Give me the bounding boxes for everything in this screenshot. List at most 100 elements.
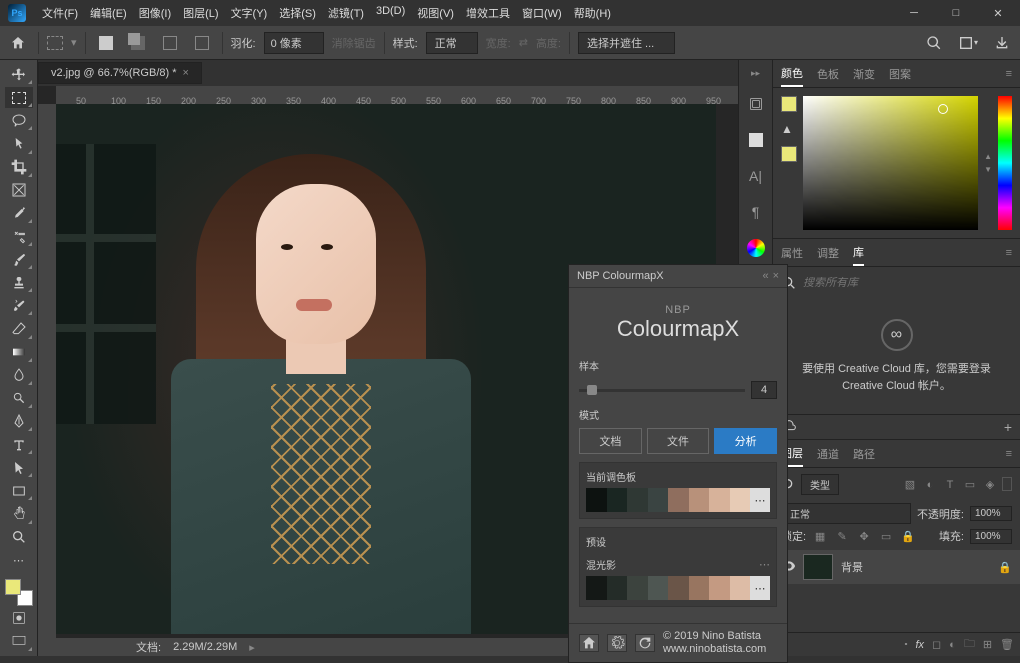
stamp-tool[interactable]: [5, 272, 33, 293]
doc-button[interactable]: 文档: [579, 428, 642, 454]
sample-slider[interactable]: [579, 389, 745, 392]
foreground-color-swatch[interactable]: [5, 579, 21, 595]
filter-smart-icon[interactable]: ◈: [982, 477, 998, 493]
panel-tab[interactable]: 渐变: [853, 62, 875, 86]
paragraph-panel-icon[interactable]: ¶: [745, 201, 767, 223]
plugin-settings-icon[interactable]: [607, 634, 627, 652]
subtract-selection-icon[interactable]: [158, 31, 182, 55]
panel-tab[interactable]: 色板: [817, 62, 839, 86]
hue-slider[interactable]: [998, 96, 1012, 230]
filter-pixel-icon[interactable]: ▧: [902, 477, 918, 493]
menu-item[interactable]: 3D(D): [370, 1, 411, 25]
marquee-tool[interactable]: [5, 87, 33, 108]
filter-type-icon[interactable]: T: [942, 477, 958, 493]
menu-item[interactable]: 视图(V): [411, 1, 460, 25]
panel-tab[interactable]: 调整: [817, 241, 839, 265]
panel-tab[interactable]: 通道: [817, 442, 839, 466]
healing-tool[interactable]: [5, 226, 33, 247]
menu-item[interactable]: 图层(L): [177, 1, 224, 25]
color-field[interactable]: [803, 96, 978, 230]
adjustment-layer-icon[interactable]: ◐: [949, 639, 956, 651]
panel-menu-icon[interactable]: ≡: [1006, 68, 1012, 80]
layer-row[interactable]: 背景 🔒: [773, 550, 1020, 584]
expand-dock-icon[interactable]: ▸▸: [751, 68, 760, 79]
lasso-tool[interactable]: [5, 110, 33, 131]
character-panel-icon[interactable]: A|: [745, 165, 767, 187]
plugin-collapse-icon[interactable]: «: [762, 270, 768, 282]
lock-artboard-icon[interactable]: ▭: [878, 528, 894, 544]
frame-tool[interactable]: [5, 180, 33, 201]
panel-tab[interactable]: 颜色: [781, 61, 803, 87]
maximize-button[interactable]: □: [942, 3, 970, 23]
opacity-input[interactable]: 100%: [970, 506, 1012, 521]
feather-input[interactable]: 0 像素: [264, 32, 324, 54]
lock-paint-icon[interactable]: ✎: [834, 528, 850, 544]
crop-tool[interactable]: [5, 157, 33, 178]
gradient-tool[interactable]: [5, 342, 33, 363]
path-select-tool[interactable]: [5, 457, 33, 478]
sample-value[interactable]: 4: [751, 381, 777, 399]
move-tool[interactable]: [5, 64, 33, 85]
menu-item[interactable]: 编辑(E): [84, 1, 133, 25]
bg-swatch[interactable]: [781, 146, 797, 162]
history-brush-tool[interactable]: [5, 295, 33, 316]
lock-trans-icon[interactable]: ▦: [812, 528, 828, 544]
home-icon[interactable]: [6, 31, 30, 55]
cc-panel-icon[interactable]: [745, 237, 767, 259]
panel-tab[interactable]: 库: [853, 240, 864, 266]
fg-swatch[interactable]: [781, 96, 797, 112]
menu-item[interactable]: 文字(Y): [225, 1, 274, 25]
panel-menu-icon[interactable]: ≡: [1006, 247, 1012, 259]
lib-search-input[interactable]: [803, 277, 1012, 289]
panel-menu-icon[interactable]: ≡: [1006, 448, 1012, 460]
close-button[interactable]: ✕: [984, 3, 1012, 23]
dodge-tool[interactable]: [5, 388, 33, 409]
layer-filter-kind[interactable]: 类型: [801, 474, 839, 495]
document-tab[interactable]: v2.jpg @ 66.7%(RGB/8) * ×: [38, 62, 202, 84]
eraser-tool[interactable]: [5, 318, 33, 339]
add-selection-icon[interactable]: [126, 31, 150, 55]
current-palette-strip[interactable]: ⋯: [586, 488, 770, 512]
color-swatches[interactable]: [5, 579, 33, 606]
preset-more-icon[interactable]: ⋯: [759, 558, 770, 571]
quick-mask-icon[interactable]: [5, 608, 33, 629]
file-button[interactable]: 文件: [647, 428, 710, 454]
panel-tab[interactable]: 属性: [781, 241, 803, 265]
screen-mode-icon[interactable]: [5, 631, 33, 652]
close-tab-icon[interactable]: ×: [183, 67, 189, 79]
pen-tool[interactable]: [5, 411, 33, 432]
select-mask-button[interactable]: 选择并遮住 ...: [578, 32, 675, 54]
eyedropper-tool[interactable]: [5, 203, 33, 224]
analyze-button[interactable]: 分析: [714, 428, 777, 454]
link-layers-icon[interactable]: ⬝: [904, 638, 907, 651]
add-lib-icon[interactable]: +: [1004, 419, 1012, 435]
zoom-tool[interactable]: [5, 527, 33, 548]
filter-shape-icon[interactable]: ▭: [962, 477, 978, 493]
lock-pos-icon[interactable]: ✥: [856, 528, 872, 544]
brush-tool[interactable]: [5, 249, 33, 270]
plugin-close-icon[interactable]: ×: [773, 270, 779, 282]
quick-select-tool[interactable]: [5, 133, 33, 154]
plugin-refresh-icon[interactable]: [635, 634, 655, 652]
menu-item[interactable]: 窗口(W): [516, 1, 568, 25]
share-icon[interactable]: [990, 31, 1014, 55]
type-tool[interactable]: [5, 434, 33, 455]
menu-item[interactable]: 文件(F): [36, 1, 84, 25]
search-icon[interactable]: [922, 31, 946, 55]
blend-mode-select[interactable]: 正常: [781, 503, 911, 524]
blur-tool[interactable]: [5, 365, 33, 386]
menu-item[interactable]: 滤镜(T): [322, 1, 370, 25]
layer-style-icon[interactable]: fx: [915, 639, 924, 651]
menu-item[interactable]: 图像(I): [133, 1, 177, 25]
plugin-home-icon[interactable]: [579, 634, 599, 652]
menu-item[interactable]: 帮助(H): [568, 1, 617, 25]
edit-toolbar-icon[interactable]: ⋯: [5, 550, 33, 571]
lock-all-icon[interactable]: 🔒: [900, 528, 916, 544]
marquee-tool-preset[interactable]: [47, 36, 63, 50]
hand-tool[interactable]: [5, 503, 33, 524]
filter-adjust-icon[interactable]: ◐: [922, 477, 938, 493]
preset-palette-strip[interactable]: ⋯: [586, 576, 770, 600]
panel-tab[interactable]: 路径: [853, 442, 875, 466]
history-panel-icon[interactable]: [745, 93, 767, 115]
layer-mask-icon[interactable]: ◻: [932, 638, 941, 651]
